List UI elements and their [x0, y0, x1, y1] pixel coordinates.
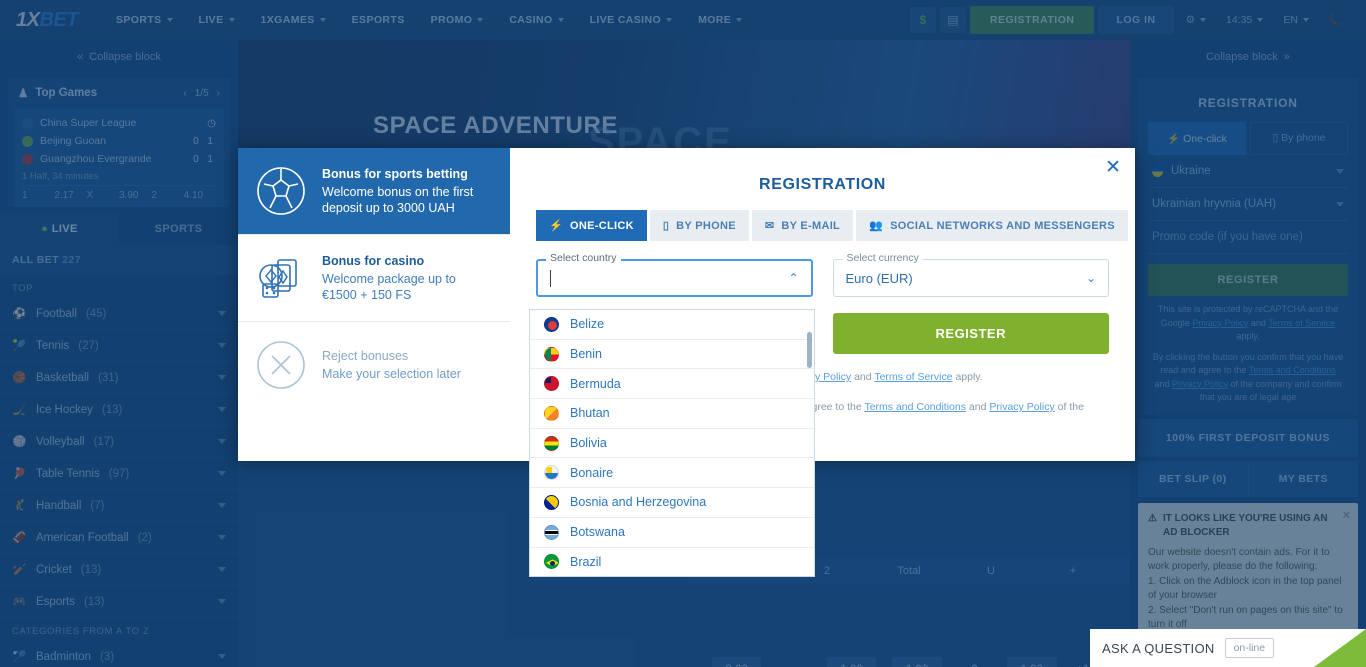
country-field-label: Select country [546, 252, 621, 264]
bonus-title: Bonus for casino [322, 253, 425, 268]
dropdown-scrollbar[interactable] [807, 332, 812, 368]
people-icon: 👥 [869, 220, 884, 232]
country-name: Bosnia and Herzegovina [570, 495, 707, 510]
bonus-title: Bonus for sports betting [322, 166, 468, 181]
flag-icon-ba [544, 494, 559, 510]
country-option-botswana[interactable]: Botswana [530, 518, 814, 548]
country-option-bermuda[interactable]: Bermuda [530, 369, 814, 400]
country-option-benin[interactable]: Benin [530, 340, 814, 370]
country-select-box[interactable]: ⌃ [536, 259, 813, 297]
country-name: Brazil [570, 554, 602, 569]
currency-value: Euro (EUR) [845, 270, 913, 286]
country-select-field[interactable]: Select country ⌃ [536, 252, 813, 297]
country-option-bolivia[interactable]: Bolivia [530, 429, 814, 459]
country-option-bonaire[interactable]: Bonaire [530, 458, 814, 489]
bonus-subtitle: Make your selection later [322, 366, 461, 381]
ask-question-status: on-line [1224, 638, 1275, 658]
ask-question-widget[interactable]: ASK A QUESTION on-line ⌃ [1090, 629, 1366, 667]
flag-icon-bz [544, 316, 559, 332]
flag-icon-bm [544, 376, 559, 392]
tab-one-click[interactable]: ⚡ ONE-CLICK [536, 210, 647, 241]
legal-and: and [968, 400, 987, 413]
tab-label: BY E-MAIL [781, 219, 841, 232]
country-dropdown-list[interactable]: Belize Benin Bermuda Bhutan Bolivia Bona… [529, 309, 815, 577]
currency-select-box[interactable]: Euro (EUR) ⌄ [832, 259, 1109, 297]
bonus-option-reject[interactable]: Reject bonuses Make your selection later [238, 321, 510, 408]
text-cursor [550, 269, 551, 287]
flag-icon-bj [544, 346, 559, 362]
flag-icon-bq [544, 465, 559, 481]
tab-by-phone[interactable]: ▯ BY PHONE [649, 210, 749, 241]
close-icon[interactable]: ✕ [1105, 158, 1121, 177]
country-option-bhutan[interactable]: Bhutan [530, 399, 814, 429]
envelope-icon: ✉ [764, 220, 775, 232]
country-option-brazil[interactable]: Brazil [530, 548, 814, 577]
modal-register-button[interactable]: REGISTER [832, 313, 1109, 354]
country-option-belize[interactable]: Belize [530, 310, 814, 340]
chevron-up-icon[interactable]: ⌃ [1314, 629, 1366, 667]
tab-social-networks[interactable]: 👥 SOCIAL NETWORKS AND MESSENGERS [856, 210, 1128, 241]
soccer-ball-icon [257, 167, 305, 215]
ask-question-label: ASK A QUESTION [1102, 640, 1215, 656]
tab-label: SOCIAL NETWORKS AND MESSENGERS [890, 219, 1115, 232]
registration-method-tabs: ⚡ ONE-CLICK ▯ BY PHONE ✉ BY E-MAIL 👥 SOCIAL … [536, 210, 1128, 241]
bonus-option-casino[interactable]: Bonus for casino Welcome package up to €… [238, 234, 510, 321]
currency-select-field[interactable]: Select currency Euro (EUR) ⌄ [832, 252, 1109, 297]
chevron-down-icon[interactable]: ⌄ [1086, 271, 1096, 285]
page-root: 1XBET SPORTS LIVE 1XGAMES ESPORTS PROMO … [0, 0, 1366, 667]
terms-and-conditions-link[interactable]: Terms and Conditions [864, 401, 966, 413]
privacy-policy-link[interactable]: Privacy Policy [989, 401, 1054, 413]
legal-and: and [854, 371, 872, 383]
tab-label: BY PHONE [676, 219, 736, 232]
flag-icon-bt [544, 405, 559, 421]
bonus-subtitle: Welcome package up to €1500 + 150 FS [322, 271, 456, 303]
chevron-up-icon[interactable]: ⌃ [788, 271, 798, 285]
terms-of-service-link[interactable]: Terms of Service [874, 371, 952, 383]
flag-icon-bo [544, 435, 559, 451]
country-name: Benin [570, 347, 602, 362]
currency-field-label: Select currency [842, 252, 923, 264]
flag-icon-br [544, 554, 559, 570]
reject-x-icon [257, 341, 305, 389]
tab-by-email[interactable]: ✉ BY E-MAIL [751, 210, 854, 241]
country-name: Bhutan [570, 406, 610, 421]
country-name: Bonaire [570, 465, 614, 480]
casino-chips-icon [259, 259, 297, 298]
legal-tail: apply. [955, 371, 983, 383]
country-option-bosnia-and-herzegovina[interactable]: Bosnia and Herzegovina [530, 488, 814, 518]
bonus-title: Reject bonuses [322, 349, 409, 364]
phone-outline-icon: ▯ [662, 220, 670, 232]
country-name: Bermuda [570, 376, 621, 391]
country-name: Bolivia [570, 436, 607, 451]
registration-fields: Select country ⌃ Select currency Euro (E… [536, 252, 1109, 297]
flag-icon-bw [544, 524, 559, 540]
bonus-option-sports[interactable]: Bonus for sports betting Welcome bonus o… [238, 148, 510, 234]
bolt-icon: ⚡ [549, 220, 563, 232]
tab-label: ONE-CLICK [570, 219, 634, 232]
country-name: Botswana [570, 525, 625, 540]
bonus-subtitle: Welcome bonus on the first deposit up to… [322, 184, 474, 216]
modal-title: REGISTRATION [759, 176, 886, 193]
bonus-selection-column: Bonus for sports betting Welcome bonus o… [238, 148, 510, 461]
country-name: Belize [570, 317, 605, 332]
